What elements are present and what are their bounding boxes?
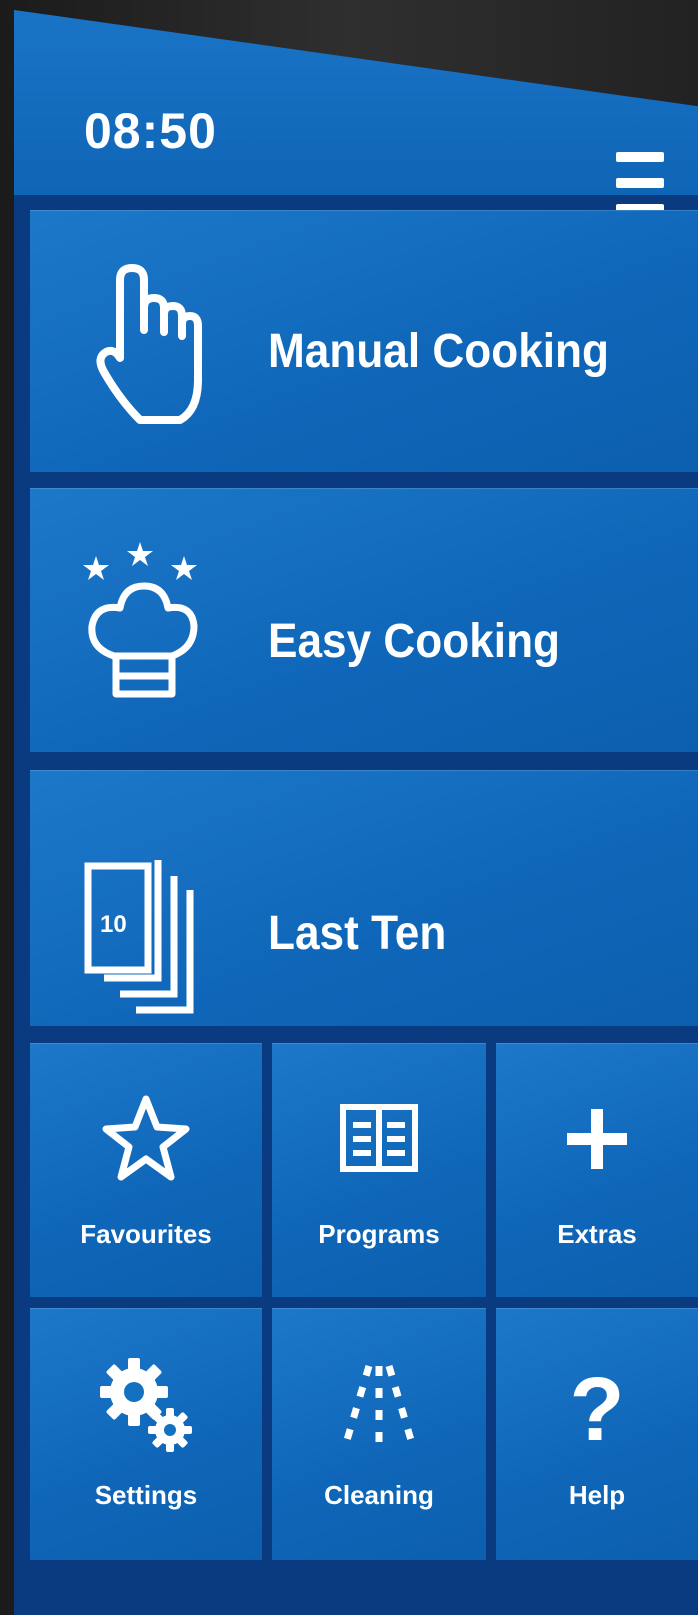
- settings-tile[interactable]: Settings: [30, 1308, 262, 1560]
- tile-label: Easy Cooking: [268, 615, 561, 668]
- tile-label: Manual Cooking: [268, 325, 610, 378]
- touch-screen: 08:50 Manual Cooking Easy Cooking 10 Las…: [14, 10, 698, 1615]
- tile-label: Last Ten: [268, 907, 447, 960]
- spray-icon: [329, 1354, 429, 1454]
- hand-pointer-icon: [80, 260, 210, 440]
- easy-cooking-tile[interactable]: Easy Cooking: [30, 488, 698, 752]
- help-tile[interactable]: ? Help: [496, 1308, 698, 1560]
- last-ten-tile[interactable]: 10 Last Ten: [30, 770, 698, 1026]
- tile-label: Programs: [318, 1219, 440, 1249]
- manual-cooking-tile[interactable]: Manual Cooking: [30, 210, 698, 472]
- favourites-tile[interactable]: Favourites: [30, 1043, 262, 1297]
- question-mark-icon: ?: [547, 1354, 647, 1460]
- tile-label: Favourites: [80, 1219, 212, 1249]
- tile-label: Settings: [94, 1480, 198, 1510]
- programs-tile[interactable]: Programs: [272, 1043, 486, 1297]
- svg-text:?: ?: [570, 1360, 625, 1460]
- chef-hat-stars-icon: [80, 538, 210, 718]
- gears-icon: [96, 1354, 196, 1454]
- tile-label: Cleaning: [324, 1480, 434, 1510]
- hamburger-menu-icon[interactable]: [612, 148, 668, 218]
- oven-control-panel: 08:50 Manual Cooking Easy Cooking 10 Las…: [0, 0, 698, 1615]
- cleaning-tile[interactable]: Cleaning: [272, 1308, 486, 1560]
- stacked-cards-ten-icon: 10: [80, 820, 210, 1014]
- plus-icon: [547, 1089, 647, 1189]
- extras-tile[interactable]: Extras: [496, 1043, 698, 1297]
- svg-text:10: 10: [100, 911, 127, 938]
- tile-label: Help: [568, 1480, 626, 1510]
- star-icon: [96, 1089, 196, 1189]
- status-bar: 08:50: [14, 10, 698, 214]
- book-icon: [329, 1089, 429, 1189]
- clock: 08:50: [84, 103, 217, 159]
- tile-label: Extras: [557, 1219, 637, 1249]
